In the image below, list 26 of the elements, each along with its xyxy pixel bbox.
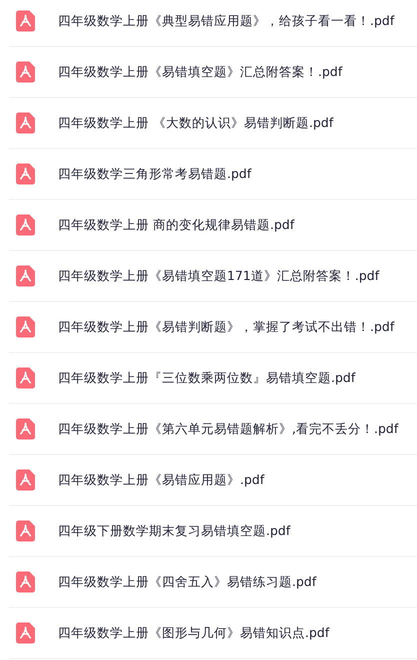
pdf-file-icon (16, 112, 35, 134)
file-name[interactable]: 四年级数学三角形常考易错题.pdf (58, 166, 252, 182)
pdf-file-icon (16, 622, 35, 644)
file-name[interactable]: 四年级数学上册 商的变化规律易错题.pdf (58, 216, 294, 234)
file-name[interactable]: 四年级数学上册《典型易错应用题》，给孩子看一看！.pdf (58, 12, 394, 30)
pdf-file-icon (16, 214, 35, 236)
pdf-file-icon (16, 163, 35, 185)
file-name[interactable]: 四年级数学上册 《大数的认识》易错判断题.pdf (58, 114, 334, 132)
file-name[interactable]: 四年级数学上册『三位数乘两位数』易错填空题.pdf (58, 370, 356, 386)
pdf-file-icon (16, 61, 35, 83)
file-name[interactable]: 四年级数学上册《四舍五入》易错练习题.pdf (58, 574, 316, 590)
pdf-file-icon (16, 316, 35, 338)
file-name[interactable]: 四年级数学上册《第六单元易错题解析》,看完不丢分！.pdf (58, 420, 398, 438)
pdf-file-icon (16, 367, 35, 389)
pdf-file-icon (16, 418, 35, 440)
pdf-file-icon (16, 469, 35, 491)
file-name[interactable]: 四年级数学上册《易错填空题171道》汇总附答案！.pdf (58, 268, 380, 284)
file-name[interactable]: 四年级数学上册《易错应用题》.pdf (58, 472, 264, 488)
file-name[interactable]: 四年级下册数学期末复习易错填空题.pdf (58, 522, 290, 540)
file-name[interactable]: 四年级数学上册《易错判断题》，掌握了考试不出错！.pdf (58, 318, 394, 336)
pdf-file-icon (16, 10, 35, 32)
file-name[interactable]: 四年级数学上册《图形与几何》易错知识点.pdf (58, 624, 330, 642)
pdf-file-icon (16, 571, 35, 593)
pdf-file-icon (16, 265, 35, 287)
pdf-file-icon (16, 520, 35, 542)
file-name[interactable]: 四年级数学上册《易错填空题》汇总附答案！.pdf (58, 64, 342, 80)
